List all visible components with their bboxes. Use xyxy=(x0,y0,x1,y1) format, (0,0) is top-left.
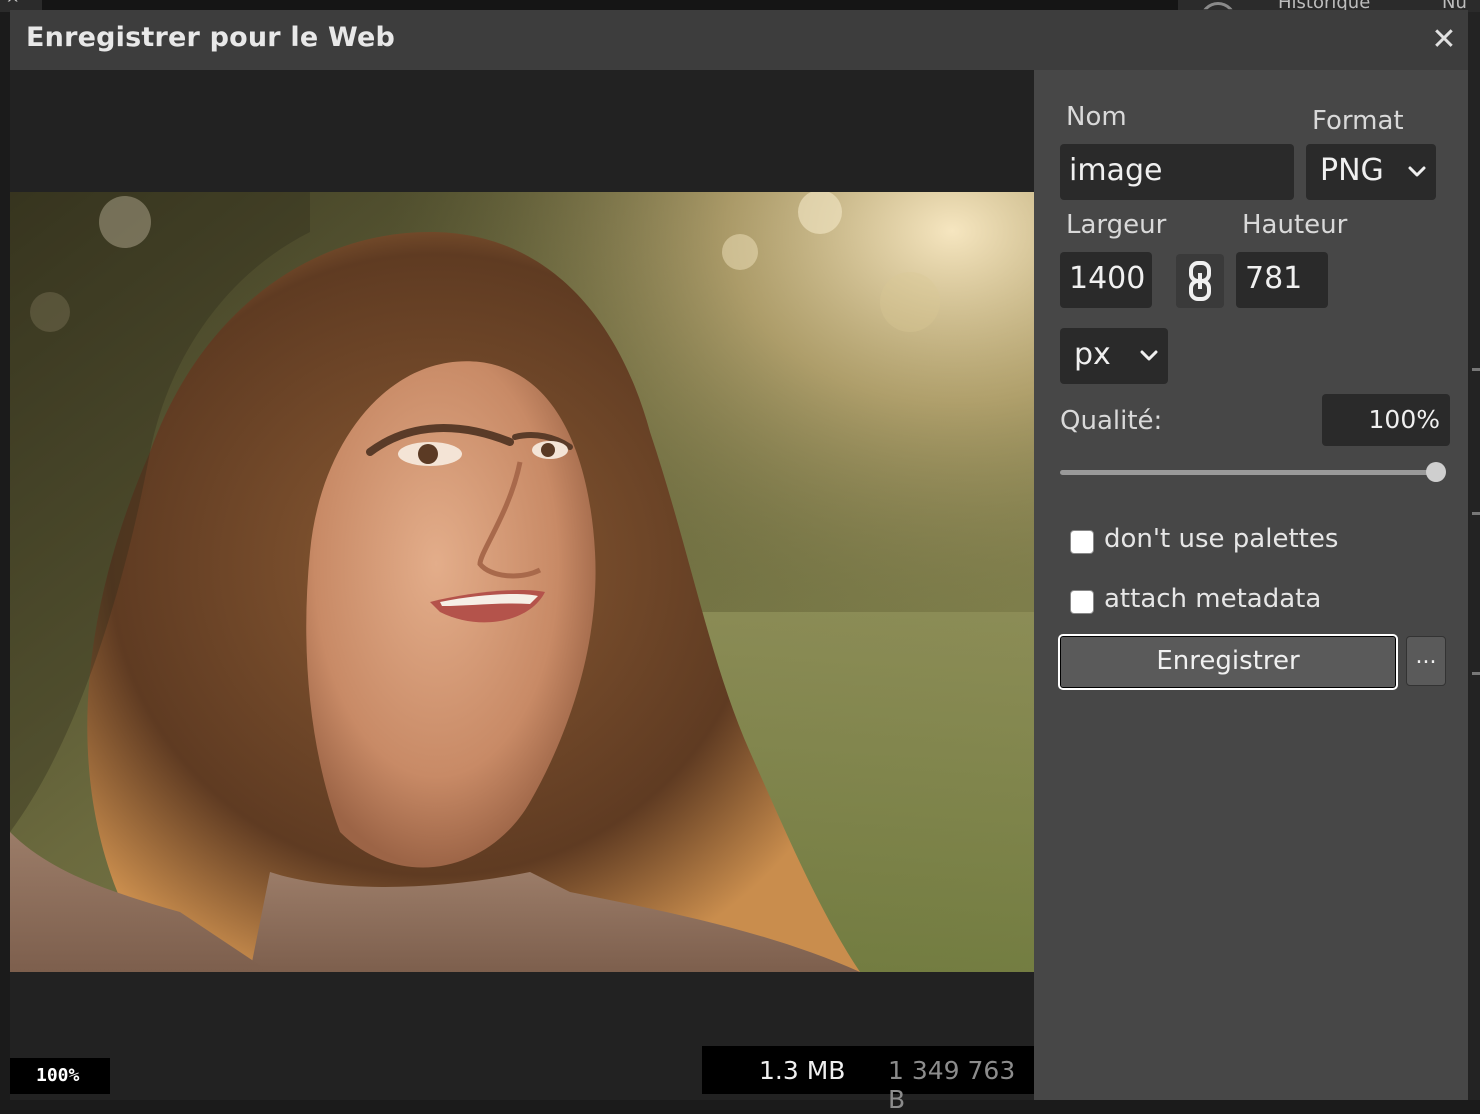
attach-metadata-checkbox[interactable] xyxy=(1070,590,1094,614)
unit-select[interactable]: px xyxy=(1060,328,1168,384)
dont-use-palettes-label: don't use palettes xyxy=(1104,524,1339,554)
export-settings-panel: Nom Format image PNG Largeur Hauteur 140… xyxy=(1034,70,1468,1100)
background-toolbar xyxy=(42,0,1178,10)
file-size-bytes: 1 349 763 B xyxy=(888,1056,1016,1114)
file-size-readout: 1.3 MB 1 349 763 B xyxy=(702,1046,1034,1114)
constrain-proportions-button[interactable] xyxy=(1176,254,1224,308)
save-button[interactable]: Enregistrer xyxy=(1058,634,1398,690)
edge-mark xyxy=(1472,368,1480,371)
name-label: Nom xyxy=(1066,102,1127,132)
quality-label: Qualité: xyxy=(1060,406,1163,436)
chevron-down-icon xyxy=(1408,166,1426,177)
chevron-down-icon xyxy=(1140,350,1158,361)
close-icon[interactable]: ✕ xyxy=(1428,24,1460,56)
edge-mark xyxy=(1472,512,1480,515)
format-select-value: PNG xyxy=(1320,153,1384,188)
dialog-title: Enregistrer pour le Web xyxy=(26,22,396,53)
dialog-titlebar: Enregistrer pour le Web ✕ xyxy=(10,10,1468,70)
background-right-edge xyxy=(1468,12,1480,1100)
quality-input[interactable]: 100% xyxy=(1322,394,1450,446)
dont-use-palettes-checkbox[interactable] xyxy=(1070,530,1094,554)
quality-slider-track[interactable] xyxy=(1060,470,1436,475)
save-for-web-dialog: Enregistrer pour le Web ✕ 100% 1.3 MB 1 … xyxy=(10,10,1468,1114)
width-input[interactable]: 1400 xyxy=(1060,252,1152,308)
quality-slider-thumb[interactable] xyxy=(1426,462,1446,482)
chain-link-icon xyxy=(1189,261,1211,301)
more-options-button[interactable]: ... xyxy=(1406,636,1446,686)
name-input[interactable]: image xyxy=(1060,144,1294,200)
unit-select-value: px xyxy=(1074,337,1111,372)
image-preview-area: 100% 1.3 MB 1 349 763 B xyxy=(10,70,1034,1114)
zoom-level: 100% xyxy=(10,1058,110,1094)
preview-photo xyxy=(10,192,1034,972)
format-label: Format xyxy=(1312,106,1404,136)
height-label: Hauteur xyxy=(1242,210,1348,240)
attach-metadata-label: attach metadata xyxy=(1104,584,1322,614)
format-select[interactable]: PNG xyxy=(1306,144,1436,200)
height-input[interactable]: 781 xyxy=(1236,252,1328,308)
edge-mark xyxy=(1472,672,1480,675)
width-label: Largeur xyxy=(1066,210,1167,240)
file-size-mb: 1.3 MB xyxy=(759,1056,846,1085)
